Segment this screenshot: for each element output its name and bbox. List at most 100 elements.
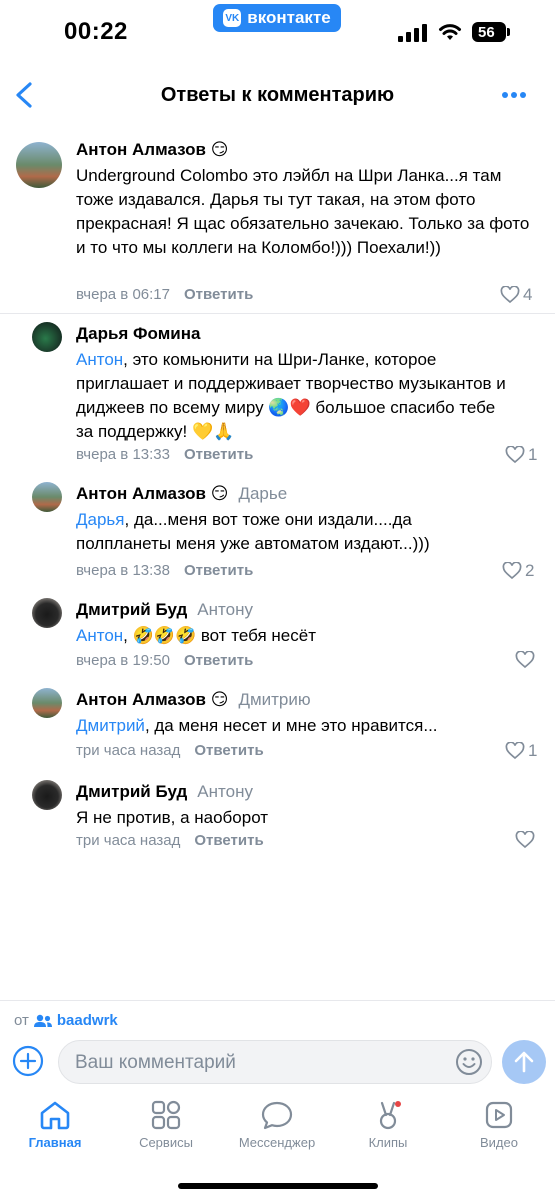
app-badge[interactable]: VK вконтакте	[213, 4, 341, 32]
comment-time: вчера в 13:33	[76, 446, 170, 463]
app-badge-label: вконтакте	[247, 8, 331, 27]
reply-comment: Антон Алмазов 😏 Дмитрию Дмитрий, да меня …	[0, 680, 555, 772]
root-comment: Антон Алмазов 😏 Underground Colombo это …	[0, 130, 555, 314]
reply-button[interactable]: Ответить	[184, 286, 253, 303]
comment-time: вчера в 19:50	[76, 652, 170, 669]
reply-button[interactable]: Ответить	[194, 832, 263, 849]
vk-logo-icon: VK	[223, 9, 242, 27]
comment-meta: три часа назад Ответить	[76, 742, 264, 759]
comment-author[interactable]: Дарья Фомина	[76, 324, 200, 344]
reply-to[interactable]: Дарье	[238, 484, 287, 503]
like-count: 4	[523, 285, 533, 304]
clips-icon	[379, 1101, 401, 1130]
comment-meta: три часа назад Ответить	[76, 832, 264, 849]
services-grid-icon	[151, 1100, 181, 1130]
smirk-emoji: 😏	[210, 140, 229, 159]
wifi-icon	[439, 24, 461, 40]
send-button[interactable]	[502, 1040, 546, 1084]
from-label: от	[14, 1012, 29, 1029]
comment-text: Underground Colombo это лэйбл на Шри Лан…	[76, 166, 530, 257]
avatar[interactable]	[32, 482, 62, 512]
like-button[interactable]	[515, 651, 538, 669]
page-title: Ответы к комментарию	[160, 84, 395, 106]
comment-text: Дмитрий, да меня несет и мне это нравитс…	[76, 716, 438, 735]
mention-link[interactable]: Антон	[76, 350, 123, 369]
group-icon	[33, 1014, 52, 1027]
comment-text: Дарья, да...меня вот тоже они издали....…	[76, 510, 430, 553]
reply-to[interactable]: Дмитрию	[238, 690, 310, 709]
like-button[interactable]	[515, 831, 538, 849]
more-options-icon[interactable]	[500, 92, 530, 102]
tab-label: Главная	[28, 1135, 82, 1150]
comment-time: три часа назад	[76, 832, 181, 849]
comment-as[interactable]: от baadwrk	[14, 1012, 118, 1029]
comment-time: вчера в 13:38	[76, 562, 170, 579]
comment-author[interactable]: Антон Алмазов 😏 Дмитрию	[76, 690, 311, 710]
heart-icon	[515, 651, 535, 669]
comment-input-box	[58, 1040, 492, 1085]
reply-to[interactable]: Антону	[197, 782, 253, 801]
reply-comment: Дмитрий Буд Антону Я не против, а наоборо…	[0, 772, 555, 862]
video-icon	[485, 1101, 513, 1129]
comment-meta: вчера в 19:50 Ответить	[76, 652, 253, 669]
heart-icon	[500, 286, 520, 304]
tab-label: Мессенджер	[238, 1135, 316, 1150]
reply-button[interactable]: Ответить	[184, 652, 253, 669]
home-icon	[40, 1101, 70, 1130]
tab-label: Видео	[480, 1135, 518, 1150]
reply-comment: Дарья Фомина Антон, это комьюнити на Шри…	[0, 314, 555, 474]
comment-author[interactable]: Дмитрий Буд Антону	[76, 782, 253, 802]
cellular-signal-icon	[398, 24, 430, 42]
tab-label: Сервисы	[139, 1135, 193, 1150]
emoji-picker-icon[interactable]	[455, 1048, 483, 1076]
like-count: 1	[528, 445, 538, 464]
comment-author[interactable]: Дмитрий Буд Антону	[76, 600, 253, 620]
group-name: baadwrk	[56, 1012, 118, 1029]
reply-comment: Антон Алмазов 😏 Дарье Дарья, да...меня во…	[0, 474, 555, 590]
comment-input[interactable]	[73, 1041, 447, 1085]
mention-link[interactable]: Дарья	[76, 510, 125, 529]
avatar[interactable]	[16, 142, 62, 188]
like-button[interactable]: 1	[505, 741, 537, 761]
header: Ответы к комментарию	[0, 72, 555, 120]
status-bar: 00:22 VK вконтакте 56	[0, 0, 555, 64]
tab-messenger[interactable]: Мессенджер	[222, 1099, 332, 1150]
tab-video[interactable]: Видео	[444, 1099, 554, 1150]
comment-meta: вчера в 13:38 Ответить	[76, 562, 253, 579]
comment-text: Я не против, а наоборот	[76, 808, 269, 827]
avatar[interactable]	[32, 688, 62, 718]
like-button[interactable]: 1	[505, 445, 537, 465]
heart-icon	[505, 446, 525, 464]
avatar[interactable]	[32, 322, 62, 352]
comment-text: Антон, 🤣🤣🤣 вот тебя несёт	[76, 626, 317, 645]
add-attachment-icon[interactable]	[12, 1045, 44, 1077]
reply-button[interactable]: Ответить	[184, 446, 253, 463]
heart-icon	[502, 562, 522, 580]
battery-icon: 56	[472, 22, 510, 42]
like-count: 1	[528, 741, 538, 760]
mention-link[interactable]: Дмитрий	[76, 716, 145, 735]
heart-icon	[505, 742, 525, 760]
divider	[0, 1000, 555, 1001]
comment-author[interactable]: Антон Алмазов 😏	[76, 140, 228, 160]
tab-clips[interactable]: Клипы	[333, 1099, 443, 1150]
comment-author[interactable]: Антон Алмазов 😏 Дарье	[76, 484, 287, 504]
like-count: 2	[525, 561, 535, 580]
chat-bubble-icon	[261, 1101, 293, 1130]
comment-meta: вчера в 06:17 Ответить	[76, 286, 253, 303]
tab-services[interactable]: Сервисы	[111, 1099, 221, 1150]
tab-home[interactable]: Главная	[0, 1099, 110, 1150]
reply-to[interactable]: Антону	[197, 600, 253, 619]
avatar[interactable]	[32, 780, 62, 810]
reply-button[interactable]: Ответить	[194, 742, 263, 759]
clock: 00:22	[64, 18, 128, 45]
reply-button[interactable]: Ответить	[184, 562, 253, 579]
tab-label: Клипы	[368, 1135, 408, 1150]
comment-time: вчера в 06:17	[76, 286, 170, 303]
like-button[interactable]: 2	[502, 561, 534, 581]
comment-time: три часа назад	[76, 742, 181, 759]
avatar[interactable]	[32, 598, 62, 628]
like-button[interactable]: 4	[500, 285, 532, 305]
mention-link[interactable]: Антон	[76, 626, 123, 645]
comment-text: Антон, это комьюнити на Шри-Ланке, котор…	[76, 350, 506, 441]
